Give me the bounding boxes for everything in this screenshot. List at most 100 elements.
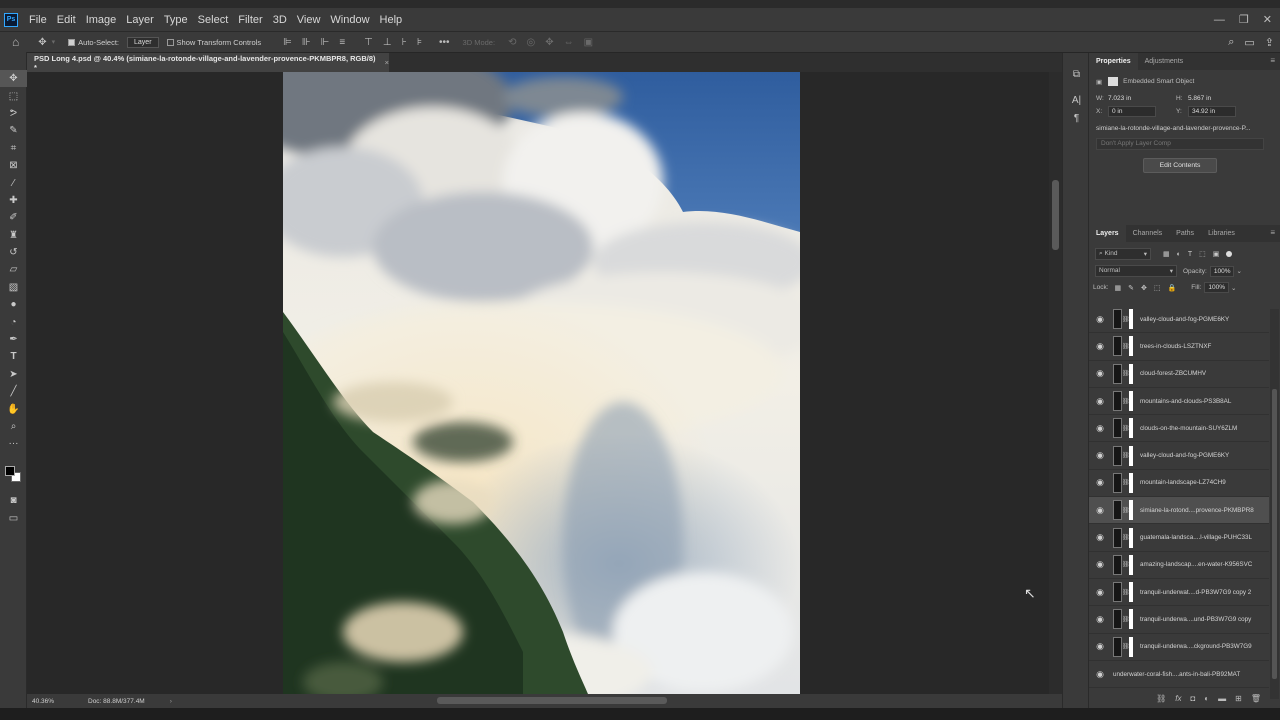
distribute-icon[interactable]: ≡ [339, 37, 345, 48]
layer-row[interactable]: ◉ ⛓ tranquil-underwa....ckground-PB3W7G9 [1089, 634, 1269, 661]
mask-link-icon[interactable]: ⛓ [1122, 343, 1130, 350]
visibility-eye-icon[interactable]: ◉ [1089, 587, 1111, 598]
opacity-field[interactable]: 100% [1209, 265, 1235, 277]
mask-link-icon[interactable]: ⛓ [1122, 452, 1130, 459]
history-brush-icon[interactable]: ↺ [0, 244, 27, 261]
menu-view[interactable]: View [292, 14, 326, 26]
minimize-icon[interactable]: — [1214, 14, 1225, 26]
visibility-eye-icon[interactable]: ◉ [1089, 423, 1111, 434]
menu-filter[interactable]: Filter [233, 14, 267, 26]
distribute-vertical-icon[interactable]: ⊧ [417, 37, 422, 48]
marquee-icon[interactable]: ⬚ [0, 87, 27, 104]
vertical-scroll-thumb[interactable] [1052, 180, 1059, 250]
mask-link-icon[interactable]: ⛓ [1122, 534, 1130, 541]
layer-mask-thumbnail[interactable] [1129, 500, 1133, 521]
mask-link-icon[interactable]: ⛓ [1122, 616, 1130, 623]
quick-mask-icon[interactable]: ◙ [0, 492, 27, 509]
eyedropper-icon[interactable]: ⁄ [0, 174, 27, 191]
layer-mask-thumbnail[interactable] [1129, 309, 1133, 330]
zoom-level[interactable]: 40.36% [32, 698, 82, 705]
layer-mask-thumbnail[interactable] [1129, 527, 1133, 548]
mask-link-icon[interactable]: ⛓ [1122, 589, 1130, 596]
path-select-icon[interactable]: ➤ [0, 366, 27, 383]
align-middle-icon[interactable]: ⊥ [383, 37, 392, 48]
layer-row[interactable]: ◉ ⛓ cloud-forest-ZBCUMHV [1089, 361, 1269, 388]
filter-toggle-icon[interactable] [1226, 251, 1233, 257]
layer-row[interactable]: ◉ underwater-coral-fish....ants-in-bali-P… [1089, 661, 1269, 688]
visibility-eye-icon[interactable]: ◉ [1089, 641, 1111, 652]
horizontal-scroll-thumb[interactable] [437, 697, 667, 704]
fill-slider-icon[interactable]: ⌄ [1231, 284, 1236, 292]
type-icon[interactable]: T [0, 348, 27, 365]
document-canvas-image[interactable] [283, 72, 800, 694]
align-right-icon[interactable]: ⊩ [321, 37, 330, 48]
menu-window[interactable]: Window [325, 14, 374, 26]
line-icon[interactable]: ╱ [0, 383, 27, 400]
adjustment-layer-icon[interactable]: ◐ [1204, 694, 1209, 703]
gradient-icon[interactable]: ▧ [0, 279, 27, 296]
more-options-icon[interactable]: ••• [439, 37, 450, 48]
panel-menu-icon[interactable]: ≡ [1270, 56, 1275, 65]
tab-layers[interactable]: Layers [1089, 225, 1126, 242]
align-center-icon[interactable]: ⊪ [302, 37, 311, 48]
new-group-icon[interactable]: ▬ [1218, 694, 1226, 703]
document-tab[interactable]: PSD Long 4.psd @ 40.4% (simiane-la-roton… [27, 53, 389, 72]
y-field[interactable]: 34.92 in [1188, 106, 1236, 117]
visibility-eye-icon[interactable]: ◉ [1089, 505, 1111, 516]
layer-row[interactable]: ◉ ⛓ guatemala-landsca....l-village-PUHC33L [1089, 524, 1269, 552]
quick-select-icon[interactable]: ✎ [0, 122, 27, 139]
mask-link-icon[interactable]: ⛓ [1122, 425, 1130, 432]
canvas-vertical-scrollbar[interactable] [1049, 72, 1062, 694]
edit-contents-button[interactable]: Edit Contents [1142, 158, 1218, 173]
w-value[interactable]: 7.023 in [1108, 95, 1168, 102]
layer-row[interactable]: ◉ ⛓ amazing-landscap....en-water-K956SVC [1089, 552, 1269, 579]
visibility-eye-icon[interactable]: ◉ [1089, 368, 1111, 379]
tab-libraries[interactable]: Libraries [1201, 225, 1242, 242]
home-icon[interactable]: ⌂ [12, 35, 19, 49]
screen-mode-icon[interactable]: ▭ [0, 509, 27, 526]
tab-adjustments[interactable]: Adjustments [1138, 53, 1191, 70]
zoom-icon[interactable]: ⌕ [0, 418, 27, 435]
layer-mask-thumbnail[interactable] [1129, 582, 1133, 603]
layer-mask-thumbnail[interactable] [1129, 391, 1133, 412]
restore-icon[interactable]: ❐ [1239, 13, 1249, 26]
paragraph-icon[interactable]: ¶ [1063, 109, 1090, 127]
layer-mask-thumbnail[interactable] [1129, 554, 1133, 575]
fx-icon[interactable]: fx [1175, 694, 1181, 703]
layer-mask-thumbnail[interactable] [1129, 636, 1133, 657]
new-layer-icon[interactable]: ⊞ [1235, 694, 1242, 703]
character-icon[interactable]: A| [1063, 91, 1090, 109]
menu-select[interactable]: Select [193, 14, 234, 26]
layer-row[interactable]: ◉ ⛓ tranquil-underwa....und-PB3W7G9 copy [1089, 606, 1269, 634]
foreground-color-swatch[interactable] [5, 466, 15, 476]
3d-pan-icon[interactable]: ✥ [545, 37, 553, 48]
visibility-eye-icon[interactable]: ◉ [1089, 450, 1111, 461]
menu-type[interactable]: Type [159, 14, 193, 26]
mask-link-icon[interactable]: ⛓ [1122, 507, 1130, 514]
3d-scale-icon[interactable]: ▣ [584, 37, 593, 48]
layers-menu-icon[interactable]: ≡ [1270, 228, 1275, 237]
show-transform-checkbox[interactable]: Show Transform Controls [166, 38, 261, 47]
mask-link-icon[interactable]: ⛓ [1122, 561, 1130, 568]
layer-mask-thumbnail[interactable] [1129, 472, 1133, 493]
add-mask-icon[interactable]: ◘ [1190, 694, 1195, 703]
layer-mask-thumbnail[interactable] [1129, 445, 1133, 466]
share-icon[interactable]: ⇪ [1265, 36, 1274, 49]
align-left-icon[interactable]: ⊫ [283, 37, 292, 48]
layer-row[interactable]: ◉ ⛓ valley-cloud-and-fog-PGME6KY [1089, 306, 1269, 334]
mask-link-icon[interactable]: ⛓ [1122, 370, 1130, 377]
healing-icon[interactable]: ✚ [0, 192, 27, 209]
delete-layer-icon[interactable]: 🗑 [1251, 694, 1261, 703]
align-top-icon[interactable]: ⊤ [364, 37, 373, 48]
visibility-eye-icon[interactable]: ◉ [1089, 532, 1111, 543]
auto-select-checkbox[interactable]: Auto-Select: [68, 38, 119, 47]
close-icon[interactable]: ✕ [1263, 13, 1272, 26]
search-icon[interactable]: ⌕ [1228, 36, 1234, 49]
3d-slide-icon[interactable]: ⇔ [564, 37, 574, 48]
layer-row[interactable]: ◉ ⛓ tranquil-underwat....d-PB3W7G9 copy 2 [1089, 579, 1269, 607]
pen-icon[interactable]: ✒ [0, 331, 27, 348]
move-icon[interactable]: ✥ [0, 70, 27, 88]
status-expand-icon[interactable]: › [170, 698, 172, 705]
mask-link-icon[interactable]: ⛓ [1122, 316, 1130, 323]
3d-roll-icon[interactable]: ◎ [526, 37, 535, 48]
